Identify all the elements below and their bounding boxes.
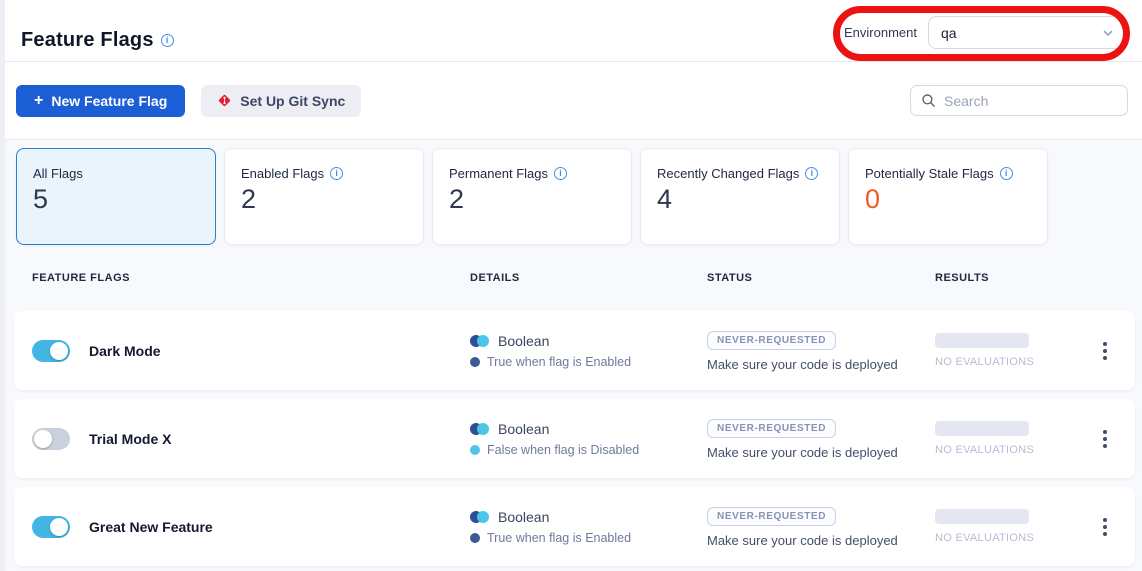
boolean-type-icon — [470, 335, 489, 347]
stat-card-all-flags[interactable]: All Flags 5 — [16, 148, 216, 245]
stat-value: 2 — [241, 184, 407, 215]
table-row[interactable]: Trial Mode X Boolean False when flag is … — [14, 399, 1135, 478]
stat-value: 0 — [865, 184, 1031, 215]
evaluations-text: NO EVALUATIONS — [935, 356, 1075, 368]
evaluations-bar — [935, 421, 1029, 436]
row-menu-button[interactable] — [1097, 336, 1113, 366]
plus-icon: + — [34, 93, 43, 109]
search-input[interactable] — [944, 93, 1117, 109]
column-header-results: RESULTS — [935, 272, 1142, 284]
stat-label: Enabled Flags — [241, 166, 324, 181]
git-sync-button[interactable]: Set Up Git Sync — [201, 85, 361, 117]
evaluations-bar — [935, 509, 1029, 524]
evaluations-text: NO EVALUATIONS — [935, 532, 1075, 544]
environment-selected-value: qa — [941, 25, 957, 41]
column-header-details: DETAILS — [470, 272, 707, 284]
status-text: Make sure your code is deployed — [707, 445, 935, 460]
variation-text: False when flag is Disabled — [487, 443, 639, 457]
stat-card-enabled-flags[interactable]: Enabled Flags i 2 — [224, 148, 424, 245]
stat-value: 2 — [449, 184, 615, 215]
environment-control: Environment qa — [844, 16, 1128, 49]
toolbar: + New Feature Flag Set Up Git Sync — [0, 62, 1142, 140]
flag-rows: Dark Mode Boolean True when flag is Enab… — [14, 311, 1142, 566]
flag-toggle[interactable] — [32, 516, 70, 538]
table-header: FEATURE FLAGS DETAILS STATUS RESULTS — [0, 245, 1142, 311]
flag-toggle[interactable] — [32, 340, 70, 362]
new-feature-flag-label: New Feature Flag — [51, 93, 167, 109]
status-text: Make sure your code is deployed — [707, 533, 935, 548]
stat-label: All Flags — [33, 166, 83, 181]
flag-name[interactable]: Dark Mode — [89, 343, 161, 359]
variation-text: True when flag is Enabled — [487, 355, 631, 369]
feature-flags-page: Feature Flags i Environment qa + New Fea… — [0, 0, 1142, 571]
environment-select[interactable]: qa — [928, 16, 1128, 49]
chevron-down-icon — [1101, 26, 1115, 40]
title-wrap: Feature Flags i — [21, 29, 174, 52]
stat-card-permanent-flags[interactable]: Permanent Flags i 2 — [432, 148, 632, 245]
search-box — [910, 85, 1128, 116]
stat-label: Potentially Stale Flags — [865, 166, 994, 181]
new-feature-flag-button[interactable]: + New Feature Flag — [16, 85, 185, 117]
flag-name[interactable]: Trial Mode X — [89, 431, 171, 447]
stat-card-recently-changed-flags[interactable]: Recently Changed Flags i 4 — [640, 148, 840, 245]
status-badge: NEVER-REQUESTED — [707, 507, 836, 526]
evaluations-text: NO EVALUATIONS — [935, 444, 1075, 456]
flag-type: Boolean — [498, 421, 549, 437]
git-sync-label: Set Up Git Sync — [240, 93, 345, 109]
left-edge-strip — [0, 0, 5, 571]
variation-text: True when flag is Enabled — [487, 531, 631, 545]
title-info-icon[interactable]: i — [161, 34, 174, 47]
boolean-type-icon — [470, 423, 489, 435]
flag-toggle[interactable] — [32, 428, 70, 450]
stat-label: Permanent Flags — [449, 166, 548, 181]
flag-name[interactable]: Great New Feature — [89, 519, 213, 535]
info-icon[interactable]: i — [1000, 167, 1013, 180]
search-icon — [921, 93, 936, 108]
variation-dot-icon — [470, 445, 480, 455]
stat-label: Recently Changed Flags — [657, 166, 799, 181]
info-icon[interactable]: i — [330, 167, 343, 180]
stat-value: 5 — [33, 184, 199, 215]
info-icon[interactable]: i — [805, 167, 818, 180]
flag-type: Boolean — [498, 333, 549, 349]
stat-card-potentially-stale-flags[interactable]: Potentially Stale Flags i 0 — [848, 148, 1048, 245]
variation-dot-icon — [470, 533, 480, 543]
evaluations-bar — [935, 333, 1029, 348]
table-row[interactable]: Dark Mode Boolean True when flag is Enab… — [14, 311, 1135, 390]
stat-value: 4 — [657, 184, 823, 215]
info-icon[interactable]: i — [554, 167, 567, 180]
status-badge: NEVER-REQUESTED — [707, 419, 836, 438]
flag-type: Boolean — [498, 509, 549, 525]
stats-row: All Flags 5 Enabled Flags i 2 Permanent … — [16, 148, 1142, 245]
table-row[interactable]: Great New Feature Boolean True when flag… — [14, 487, 1135, 566]
page-header: Feature Flags i Environment qa — [0, 0, 1142, 62]
variation-dot-icon — [470, 357, 480, 367]
status-badge: NEVER-REQUESTED — [707, 331, 836, 350]
page-title: Feature Flags — [21, 29, 154, 52]
row-menu-button[interactable] — [1097, 424, 1113, 454]
column-header-status: STATUS — [707, 272, 935, 284]
column-header-feature-flags: FEATURE FLAGS — [32, 272, 470, 284]
environment-label: Environment — [844, 25, 917, 40]
git-icon — [217, 93, 232, 108]
row-menu-button[interactable] — [1097, 512, 1113, 542]
status-text: Make sure your code is deployed — [707, 357, 935, 372]
boolean-type-icon — [470, 511, 489, 523]
